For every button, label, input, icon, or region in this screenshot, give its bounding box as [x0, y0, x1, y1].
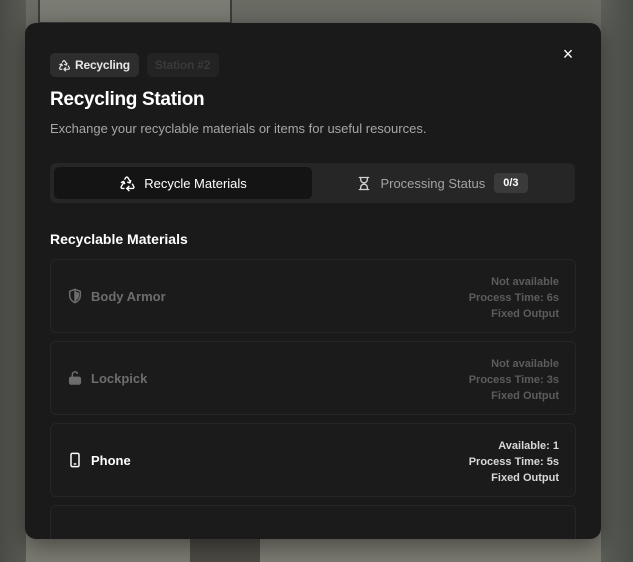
item-details: Available: 1 Process Time: 5s Fixed Outp… — [469, 438, 559, 486]
station-chip: Station #2 — [146, 53, 220, 77]
station-chip-label: Station #2 — [154, 58, 211, 72]
shield-icon — [68, 288, 82, 304]
item-process-time: Process Time: 6s — [468, 292, 559, 304]
item-process-time: Process Time: 3s — [468, 374, 559, 386]
item-name: Lockpick — [91, 370, 148, 386]
processing-count-badge: 0/3 — [494, 173, 528, 193]
tab-recycle-materials[interactable]: Recycle Materials — [54, 167, 312, 199]
tab-recycle-label: Recycle Materials — [144, 175, 247, 191]
item-output: Fixed Output — [491, 390, 559, 402]
item-name: Body Armor — [91, 288, 166, 304]
page-subtitle: Exchange your recyclable materials or it… — [50, 121, 427, 136]
section-title: Recyclable Materials — [50, 231, 188, 247]
list-item[interactable]: Lockpick Not available Process Time: 3s … — [50, 341, 576, 415]
recycling-panel: × Recycling Station #2 Recycling Station… — [25, 23, 601, 539]
phone-icon — [70, 452, 80, 468]
list-item[interactable]: Body Armor Not available Process Time: 6… — [50, 259, 576, 333]
item-output: Fixed Output — [491, 308, 559, 320]
page-title: Recycling Station — [50, 89, 205, 110]
header-chips: Recycling Station #2 — [50, 53, 220, 77]
tab-processing-status[interactable]: Processing Status 0/3 — [313, 167, 571, 199]
list-item[interactable] — [50, 505, 576, 539]
item-name: Phone — [91, 452, 131, 468]
recycling-chip-label: Recycling — [75, 58, 130, 72]
item-availability: Available: 1 — [498, 440, 559, 452]
item-details: Not available Process Time: 6s Fixed Out… — [469, 274, 559, 322]
recycling-chip: Recycling — [50, 53, 139, 77]
recycle-icon — [120, 175, 135, 191]
hourglass-icon — [359, 176, 370, 190]
item-availability: Not available — [491, 358, 559, 370]
item-details: Not available Process Time: 3s Fixed Out… — [469, 356, 559, 404]
list-item[interactable]: Phone Available: 1 Process Time: 5s Fixe… — [50, 423, 576, 497]
item-output: Fixed Output — [491, 472, 559, 484]
recycle-icon — [59, 59, 70, 72]
item-process-time: Process Time: 5s — [468, 456, 559, 468]
close-button[interactable]: × — [557, 43, 579, 65]
tab-bar: Recycle Materials Processing Status 0/3 — [50, 163, 575, 203]
item-availability: Not available — [491, 276, 559, 288]
tab-processing-label: Processing Status — [380, 175, 486, 191]
unlock-icon — [68, 371, 82, 385]
